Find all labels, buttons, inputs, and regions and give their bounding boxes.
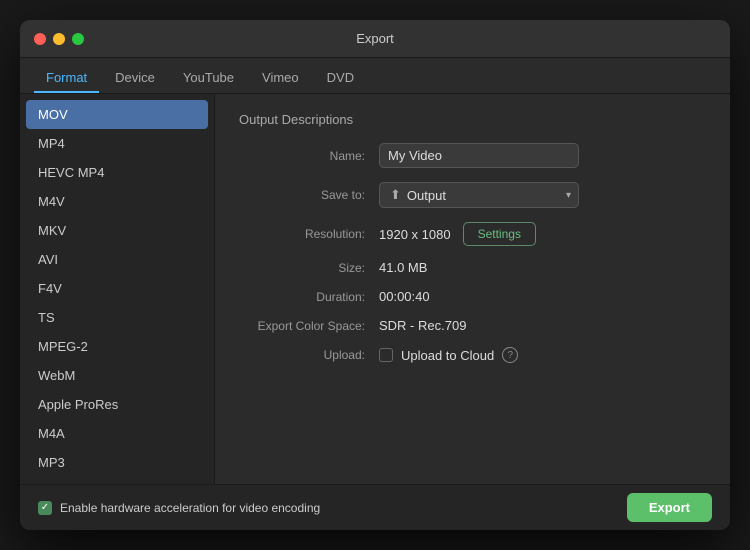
content-area: MOV MP4 HEVC MP4 M4V MKV AVI F4V TS MPEG…: [20, 94, 730, 484]
upload-checkbox[interactable]: [379, 348, 393, 362]
upload-label: Upload:: [239, 348, 379, 362]
main-panel: Output Descriptions Name: Save to: ⬆ Out…: [215, 94, 730, 484]
sidebar-item-mov[interactable]: MOV: [26, 100, 208, 129]
upload-info-icon[interactable]: ?: [502, 347, 518, 363]
color-space-value: SDR - Rec.709: [379, 318, 706, 333]
color-space-row: Export Color Space: SDR - Rec.709: [239, 318, 706, 333]
name-label: Name:: [239, 149, 379, 163]
window-title: Export: [356, 31, 394, 46]
sidebar-item-avi[interactable]: AVI: [20, 245, 214, 274]
sidebar-item-webm[interactable]: WebM: [20, 361, 214, 390]
maximize-button[interactable]: [72, 33, 84, 45]
sidebar-item-mp4[interactable]: MP4: [20, 129, 214, 158]
settings-button[interactable]: Settings: [463, 222, 536, 246]
tab-device[interactable]: Device: [103, 64, 167, 93]
tab-vimeo[interactable]: Vimeo: [250, 64, 311, 93]
tabs-bar: Format Device YouTube Vimeo DVD: [20, 58, 730, 94]
size-label: Size:: [239, 261, 379, 275]
sidebar-item-apple-prores[interactable]: Apple ProRes: [20, 390, 214, 419]
sidebar-item-m4v[interactable]: M4V: [20, 187, 214, 216]
save-to-select-wrap: ⬆ Output ▾: [379, 182, 579, 208]
titlebar: Export: [20, 20, 730, 58]
resolution-row: Resolution: 1920 x 1080 Settings: [239, 222, 706, 246]
export-window: Export Format Device YouTube Vimeo DVD M…: [20, 20, 730, 530]
tab-format[interactable]: Format: [34, 64, 99, 93]
sidebar-item-ts[interactable]: TS: [20, 303, 214, 332]
duration-label: Duration:: [239, 290, 379, 304]
upload-row: Upload: Upload to Cloud ?: [239, 347, 706, 363]
sidebar-item-mp3[interactable]: MP3: [20, 448, 214, 477]
save-to-value: Output: [407, 188, 446, 203]
export-button[interactable]: Export: [627, 493, 712, 522]
name-input[interactable]: [379, 143, 579, 168]
sidebar-item-mpeg2[interactable]: MPEG-2: [20, 332, 214, 361]
color-space-label: Export Color Space:: [239, 319, 379, 333]
resolution-value: 1920 x 1080: [379, 227, 451, 242]
name-row: Name:: [239, 143, 706, 168]
save-to-dropdown[interactable]: ⬆ Output: [379, 182, 579, 208]
size-value: 41.0 MB: [379, 260, 706, 275]
tab-youtube[interactable]: YouTube: [171, 64, 246, 93]
hw-accel-wrap: ✓ Enable hardware acceleration for video…: [38, 501, 617, 515]
minimize-button[interactable]: [53, 33, 65, 45]
size-row: Size: 41.0 MB: [239, 260, 706, 275]
sidebar-item-gif[interactable]: GIF: [20, 477, 214, 484]
section-title: Output Descriptions: [239, 112, 706, 127]
sidebar-item-hevc-mp4[interactable]: HEVC MP4: [20, 158, 214, 187]
sidebar-item-f4v[interactable]: F4V: [20, 274, 214, 303]
resolution-wrap: 1920 x 1080 Settings: [379, 222, 536, 246]
upload-wrap: Upload to Cloud ?: [379, 347, 518, 363]
footer: ✓ Enable hardware acceleration for video…: [20, 484, 730, 530]
hw-accel-checkbox[interactable]: ✓: [38, 501, 52, 515]
close-button[interactable]: [34, 33, 46, 45]
resolution-label: Resolution:: [239, 227, 379, 241]
save-to-label: Save to:: [239, 188, 379, 202]
traffic-lights: [34, 33, 84, 45]
sidebar-item-m4a[interactable]: M4A: [20, 419, 214, 448]
duration-row: Duration: 00:00:40: [239, 289, 706, 304]
check-icon: ✓: [41, 502, 49, 513]
format-sidebar: MOV MP4 HEVC MP4 M4V MKV AVI F4V TS MPEG…: [20, 94, 215, 484]
disk-icon: ⬆: [390, 187, 401, 203]
tab-dvd[interactable]: DVD: [315, 64, 366, 93]
hw-accel-label: Enable hardware acceleration for video e…: [60, 501, 320, 515]
save-to-row: Save to: ⬆ Output ▾: [239, 182, 706, 208]
sidebar-item-mkv[interactable]: MKV: [20, 216, 214, 245]
duration-value: 00:00:40: [379, 289, 706, 304]
upload-checkbox-label: Upload to Cloud: [401, 348, 494, 363]
chevron-down-icon: ▾: [566, 190, 571, 201]
